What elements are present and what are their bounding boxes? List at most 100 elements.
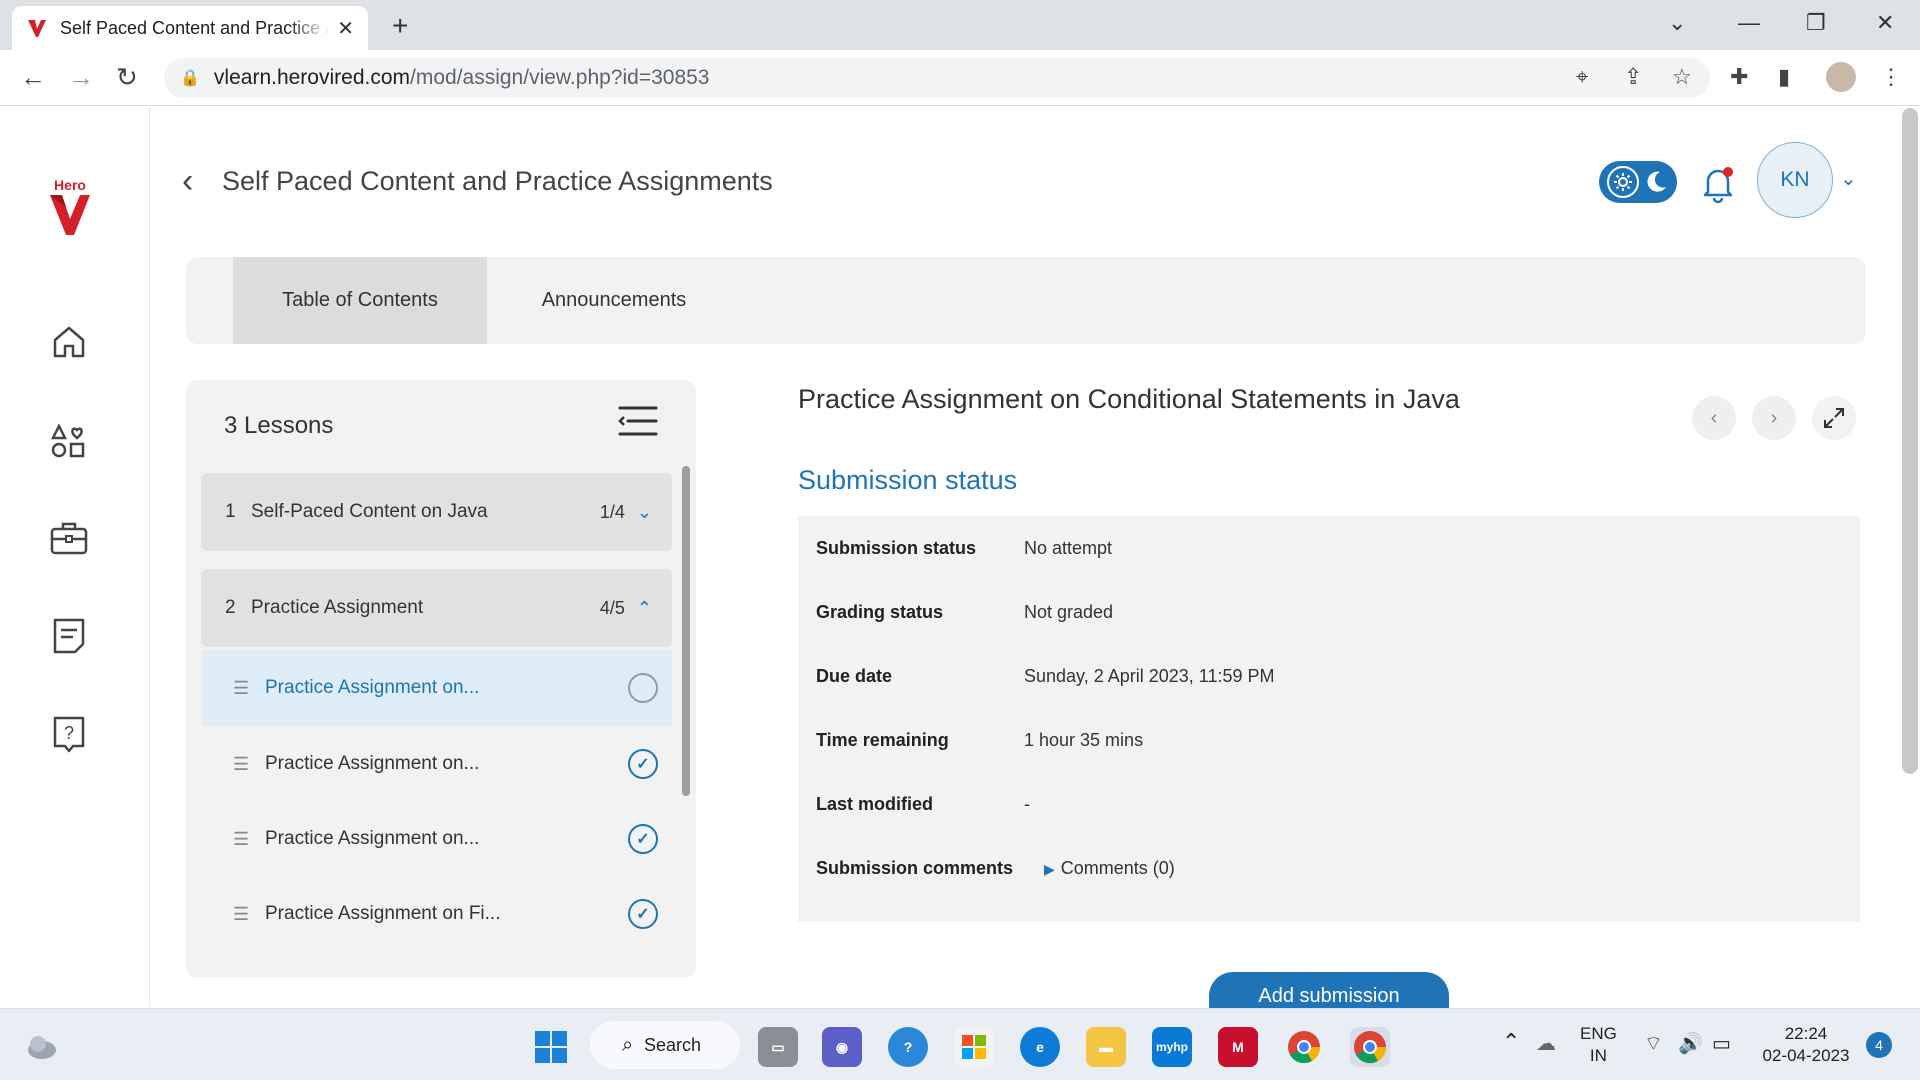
content-tabs: Table of Contents Announcements	[186, 257, 1866, 344]
teams-chat-icon[interactable]: ◉	[822, 1027, 862, 1067]
onedrive-cloud-icon[interactable]: ☁	[1536, 1031, 1556, 1056]
url-text: vlearn.herovired.com/mod/assign/view.php…	[213, 66, 710, 89]
table-row: Submission status No attempt	[816, 537, 1113, 558]
lesson-item[interactable]: ☰ Practice Assignment on Fi... ✓	[201, 876, 672, 952]
close-tab-icon[interactable]: ✕	[337, 16, 354, 41]
chevron-up-icon[interactable]: ⌃	[637, 598, 652, 619]
help-icon[interactable]: ?	[44, 709, 94, 759]
tab-table-of-contents[interactable]: Table of Contents	[233, 257, 487, 344]
forward-arrow-icon[interactable]: →	[68, 62, 94, 93]
table-row: Grading status Not graded	[816, 601, 1114, 622]
table-row: Time remaining 1 hour 35 mins	[816, 729, 1144, 750]
complete-check-icon: ✓	[628, 749, 658, 779]
address-bar[interactable]: 🔒 vlearn.herovired.com/mod/assign/view.p…	[164, 58, 1710, 98]
tray-overflow-chevron-icon[interactable]: ⌃	[1502, 1029, 1520, 1055]
wifi-icon[interactable]: ⌔	[1644, 1031, 1663, 1056]
complete-check-icon: ✓	[628, 824, 658, 854]
minimize-icon[interactable]: —	[1738, 10, 1760, 36]
browser-toolbar: ← → ↻ 🔒 vlearn.herovired.com/mod/assign/…	[0, 50, 1920, 106]
lesson-group-2[interactable]: 2 Practice Assignment 4/5 ⌃	[201, 569, 672, 647]
notes-icon[interactable]	[44, 611, 94, 661]
language-indicator[interactable]: ENG IN	[1580, 1023, 1617, 1067]
volume-icon[interactable]: 🔊	[1678, 1031, 1703, 1056]
profile-avatar[interactable]	[1826, 62, 1856, 92]
microsoft-store-icon[interactable]	[954, 1027, 994, 1067]
sun-icon	[1607, 166, 1639, 198]
table-row: Last modified -	[816, 793, 1030, 814]
svg-text:?: ?	[64, 723, 74, 743]
submission-status-heading: Submission status	[798, 465, 1018, 495]
notification-bell-icon[interactable]	[1700, 164, 1736, 209]
taskbar: ⌕ Search ▭ ◉ ? e ▬ myhp M ⌃ ☁ ENG IN ⌔ 🔊…	[0, 1008, 1920, 1080]
reload-icon[interactable]: ↻	[116, 62, 138, 93]
caret-right-icon: ▶	[1044, 860, 1055, 877]
lesson-item[interactable]: ☰ Practice Assignment on... ✓	[201, 801, 672, 877]
lesson-item[interactable]: ☰ Practice Assignment on...	[201, 650, 672, 726]
chrome-icon[interactable]	[1284, 1027, 1324, 1067]
extensions-icon[interactable]: ✚	[1730, 64, 1748, 90]
table-row: Submission comments ▶ Comments (0)	[816, 857, 1175, 879]
window-close-icon[interactable]: ✕	[1876, 10, 1894, 36]
user-menu-chevron-icon[interactable]: ⌄	[1840, 166, 1857, 191]
submission-status-table: Submission status No attempt Grading sta…	[798, 516, 1860, 922]
lesson-item[interactable]: ☰ Practice Assignment on... ✓	[201, 726, 672, 802]
search-icon: ⌕	[622, 1033, 634, 1056]
task-view-icon[interactable]: ▭	[758, 1027, 798, 1067]
expand-icon[interactable]	[1812, 396, 1856, 440]
user-avatar[interactable]: KN	[1757, 142, 1833, 218]
tab-announcements[interactable]: Announcements	[487, 257, 741, 344]
file-explorer-icon[interactable]: ▬	[1086, 1027, 1126, 1067]
edge-browser-icon[interactable]: e	[1020, 1027, 1060, 1067]
previous-chevron-icon[interactable]: ‹	[1692, 396, 1736, 440]
lesson-group-1[interactable]: 1 Self-Paced Content on Java 1/4 ⌄	[201, 473, 672, 551]
side-panel-icon[interactable]: ▮	[1778, 64, 1790, 90]
page-scrollbar[interactable]	[1902, 108, 1918, 774]
text-lines-icon: ☰	[233, 903, 250, 924]
logo-v-icon	[50, 195, 90, 235]
briefcase-icon[interactable]	[44, 513, 94, 563]
next-chevron-icon[interactable]: ›	[1752, 396, 1796, 440]
comments-toggle[interactable]: ▶ Comments (0)	[1044, 858, 1175, 879]
myhp-icon[interactable]: myhp	[1152, 1027, 1192, 1067]
incomplete-status-icon	[628, 673, 658, 703]
herovired-logo[interactable]: Hero	[40, 177, 100, 247]
back-chevron-icon[interactable]: ‹	[182, 162, 193, 201]
home-icon[interactable]	[44, 317, 94, 367]
mcafee-icon[interactable]: M	[1218, 1027, 1258, 1067]
left-sidebar: Hero ?	[0, 107, 150, 1007]
theme-toggle[interactable]	[1599, 161, 1677, 203]
lock-icon[interactable]: 🔒	[180, 68, 200, 88]
categories-icon[interactable]	[44, 415, 94, 465]
location-icon[interactable]: ⌖	[1576, 64, 1588, 90]
back-arrow-icon[interactable]: ←	[20, 62, 46, 93]
bookmark-star-icon[interactable]: ☆	[1672, 64, 1692, 90]
notification-count-badge[interactable]: 4	[1866, 1032, 1892, 1058]
share-icon[interactable]: ⇪	[1624, 64, 1642, 90]
tab-title: Self Paced Content and Practice Assignme…	[60, 17, 329, 38]
browser-tabbar: Self Paced Content and Practice Assignme…	[0, 0, 1920, 50]
windows-start-icon[interactable]	[531, 1027, 571, 1067]
more-menu-icon[interactable]: ⋮	[1880, 64, 1902, 90]
text-lines-icon: ☰	[233, 828, 250, 849]
tab-search-icon[interactable]: ⌄	[1668, 10, 1686, 36]
lessons-panel: 3 Lessons 1 Self-Paced Content on Java 1…	[186, 380, 696, 978]
lessons-count-title: 3 Lessons	[224, 412, 334, 439]
new-tab-icon[interactable]: +	[392, 10, 408, 42]
text-lines-icon: ☰	[233, 677, 250, 698]
weather-icon[interactable]	[22, 1027, 62, 1067]
battery-icon[interactable]: ▭	[1712, 1031, 1731, 1056]
collapse-menu-icon[interactable]	[616, 404, 660, 443]
lessons-scrollbar[interactable]	[682, 466, 690, 796]
browser-tab[interactable]: Self Paced Content and Practice Assignme…	[12, 6, 368, 50]
chevron-down-icon[interactable]: ⌄	[637, 502, 652, 523]
herovired-favicon-icon	[28, 20, 46, 37]
taskbar-search[interactable]: ⌕ Search	[590, 1021, 740, 1069]
clock[interactable]: 22:24 02-04-2023	[1758, 1023, 1854, 1067]
table-row: Due date Sunday, 2 April 2023, 11:59 PM	[816, 665, 1275, 686]
course-title: Self Paced Content and Practice Assignme…	[222, 166, 773, 196]
complete-check-icon: ✓	[628, 899, 658, 929]
text-lines-icon: ☰	[233, 753, 250, 774]
get-help-icon[interactable]: ?	[888, 1027, 928, 1067]
chrome-active-icon[interactable]	[1350, 1027, 1390, 1067]
restore-icon[interactable]: ❐	[1806, 10, 1826, 36]
